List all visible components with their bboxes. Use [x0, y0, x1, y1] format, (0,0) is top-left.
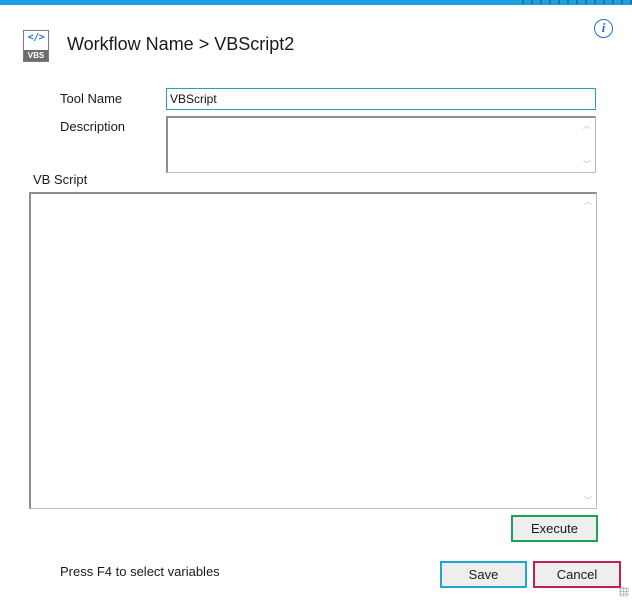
vb-script-label: VB Script [33, 172, 88, 187]
icon-code-glyph: </> [27, 32, 45, 43]
vb-script-editor[interactable] [29, 192, 597, 509]
description-label: Description [60, 119, 126, 134]
info-icon[interactable]: i [594, 19, 613, 38]
description-scrollbar[interactable]: ︿ ﹀ [579, 118, 595, 173]
tool-name-label: Tool Name [60, 91, 123, 106]
execute-button[interactable]: Execute [511, 515, 598, 542]
variables-hint: Press F4 to select variables [60, 564, 220, 579]
tool-name-input[interactable] [166, 88, 596, 110]
chevron-down-icon[interactable]: ﹀ [582, 160, 592, 170]
save-button[interactable]: Save [440, 561, 527, 588]
chevron-up-icon[interactable]: ︿ [583, 197, 593, 207]
page-title: Workflow Name > VBScript2 [67, 34, 295, 54]
chevron-down-icon[interactable]: ﹀ [583, 496, 593, 506]
vb-script-scrollbar[interactable]: ︿ ﹀ [580, 194, 596, 509]
icon-badge: VBS [24, 50, 48, 61]
cancel-button[interactable]: Cancel [533, 561, 621, 588]
description-textarea[interactable] [166, 116, 596, 173]
window-chrome-fragment [522, 0, 632, 4]
resize-grip[interactable] [619, 587, 629, 597]
vbs-script-icon: </> VBS [23, 30, 49, 62]
chevron-up-icon[interactable]: ︿ [582, 121, 592, 131]
